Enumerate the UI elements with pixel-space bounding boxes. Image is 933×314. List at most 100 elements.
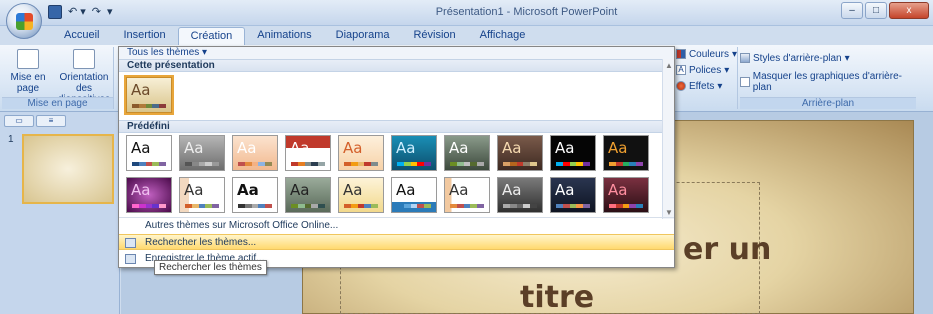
theme-aa-text: Aa	[131, 181, 151, 199]
theme-flow[interactable]: Aa	[179, 177, 225, 213]
save-theme-icon	[125, 254, 136, 264]
theme-module[interactable]: Aa	[444, 135, 490, 171]
theme-aa-text: Aa	[343, 181, 363, 199]
scroll-up-icon[interactable]: ▲	[665, 61, 673, 70]
section-current-presentation: Cette présentation	[119, 59, 674, 72]
theme-simple[interactable]: Aa	[232, 177, 278, 213]
more-themes-online[interactable]: Autres thèmes sur Microsoft Office Onlin…	[119, 218, 674, 234]
tab-accueil[interactable]: Accueil	[52, 27, 111, 45]
hide-background-checkbox[interactable]	[740, 77, 750, 87]
theme-options-group: Couleurs ▾ A Polices ▾ Effets ▾	[676, 47, 738, 109]
theme-aa-text: Aa	[290, 139, 310, 157]
theme-aa-text: Aa	[396, 181, 416, 199]
colors-button[interactable]: Couleurs ▾	[676, 47, 737, 61]
theme-gray[interactable]: Aa	[179, 135, 225, 171]
theme-aa-text: Aa	[237, 139, 257, 157]
theme-black-orange[interactable]: Aa	[603, 135, 649, 171]
ribbon-tabs: Accueil Insertion Création Animations Di…	[52, 27, 537, 45]
themes-gallery: Tous les thèmes ▾ Cette présentation Aa …	[118, 46, 675, 268]
theme-current[interactable]: Aa	[124, 75, 174, 115]
theme-wave[interactable]: Aa	[391, 177, 437, 213]
tab-affichage[interactable]: Affichage	[468, 27, 538, 45]
background-styles-label: Styles d'arrière-plan	[753, 52, 842, 64]
theme-office[interactable]: Aa	[126, 135, 172, 171]
window-controls: – □ x	[841, 2, 929, 19]
tab-revision[interactable]: Révision	[401, 27, 467, 45]
section-predefined: Prédéfini	[119, 120, 662, 133]
colors-icon	[676, 49, 686, 59]
theme-aa-text: Aa	[131, 81, 151, 99]
page-setup-button[interactable]: Mise en page	[2, 49, 54, 94]
page-setup-label: Mise en page	[10, 72, 46, 94]
theme-aa-text: Aa	[608, 139, 628, 157]
office-logo-icon	[16, 13, 33, 30]
office-button[interactable]	[6, 3, 42, 39]
theme-aa-text: Aa	[502, 139, 522, 157]
theme-oriel[interactable]: Aa	[603, 177, 649, 213]
group-mise-en-page: Mise en page Orientation des diapositive…	[2, 47, 114, 109]
pane-tabs: ▭ ≡	[4, 115, 66, 127]
theme-aa-text: Aa	[502, 181, 522, 199]
fonts-icon: A	[676, 65, 686, 75]
effects-label: Effets	[689, 80, 715, 92]
theme-brown[interactable]: Aa	[497, 135, 543, 171]
theme-aa-text: Aa	[237, 181, 259, 199]
tab-animations[interactable]: Animations	[245, 27, 323, 45]
outline-tab-icon[interactable]: ≡	[36, 115, 66, 127]
theme-apex[interactable]: Aa	[338, 135, 384, 171]
fonts-button[interactable]: A Polices ▾	[676, 63, 737, 77]
theme-yellow[interactable]: Aa	[338, 177, 384, 213]
theme-navy[interactable]: Aa	[550, 177, 596, 213]
browse-themes[interactable]: Rechercher les thèmes...	[119, 234, 674, 250]
slides-pane: ▭ ≡ 1	[0, 112, 120, 314]
theme-aa-text: Aa	[396, 139, 416, 157]
slide-thumbnail[interactable]	[22, 134, 114, 204]
theme-aa-text: Aa	[290, 181, 310, 199]
hide-background-label: Masquer les graphiques d'arrière-plan	[752, 71, 902, 93]
background-styles-icon	[740, 53, 750, 63]
orientation-icon	[73, 49, 95, 69]
hide-background-graphics[interactable]: Masquer les graphiques d'arrière-plan	[740, 71, 916, 93]
slides-tab-icon[interactable]: ▭	[4, 115, 34, 127]
theme-black[interactable]: Aa	[550, 135, 596, 171]
theme-aa-text: Aa	[608, 181, 628, 199]
slide-number: 1	[8, 134, 14, 145]
theme-aa-text: Aa	[555, 139, 575, 157]
tab-creation[interactable]: Création	[177, 27, 246, 45]
theme-aa-text: Aa	[449, 181, 469, 199]
scroll-down-icon[interactable]: ▼	[665, 208, 673, 217]
theme-aa-text: Aa	[343, 139, 363, 157]
folder-icon	[125, 238, 136, 248]
maximize-button[interactable]: □	[865, 2, 887, 19]
title-bar: ↶ ▾ ↷ ▾ Présentation1 - Microsoft PowerP…	[0, 0, 933, 39]
group-label-arriere-plan: Arrière-plan	[740, 97, 916, 109]
tab-diaporama[interactable]: Diaporama	[324, 27, 402, 45]
theme-red-band[interactable]: Aa	[285, 135, 331, 171]
browse-themes-label: Rechercher les thèmes...	[145, 237, 257, 248]
theme-aa-text: Aa	[184, 139, 204, 157]
gallery-scrollbar[interactable]: ▲ ▼	[662, 59, 674, 219]
theme-aa-text: Aa	[131, 139, 151, 157]
fonts-label: Polices	[689, 64, 722, 76]
theme-peach[interactable]: Aa	[232, 135, 278, 171]
all-themes-header[interactable]: Tous les thèmes ▾	[119, 47, 674, 59]
background-styles-button[interactable]: Styles d'arrière-plan ▾	[740, 51, 916, 65]
window-title: Présentation1 - Microsoft PowerPoint	[435, 6, 618, 18]
tooltip: Rechercher les thèmes	[154, 260, 267, 275]
theme-sage[interactable]: Aa	[285, 177, 331, 213]
theme-aa-text: Aa	[184, 181, 204, 199]
group-label-mise-en-page: Mise en page	[2, 97, 113, 109]
close-button[interactable]: x	[889, 2, 929, 19]
theme-trek[interactable]: Aa	[444, 177, 490, 213]
theme-aa-text: Aa	[555, 181, 575, 199]
effects-icon	[676, 81, 686, 91]
effects-button[interactable]: Effets ▾	[676, 79, 737, 93]
slide-title-fragment-2: titre	[520, 280, 595, 314]
theme-dark-gray[interactable]: Aa	[497, 177, 543, 213]
minimize-button[interactable]: –	[841, 2, 863, 19]
theme-aqua[interactable]: Aa	[391, 135, 437, 171]
group-arriere-plan: Styles d'arrière-plan ▾ Masquer les graph…	[740, 47, 916, 109]
theme-purple[interactable]: Aa	[126, 177, 172, 213]
tab-insertion[interactable]: Insertion	[111, 27, 177, 45]
colors-label: Couleurs	[688, 48, 729, 60]
